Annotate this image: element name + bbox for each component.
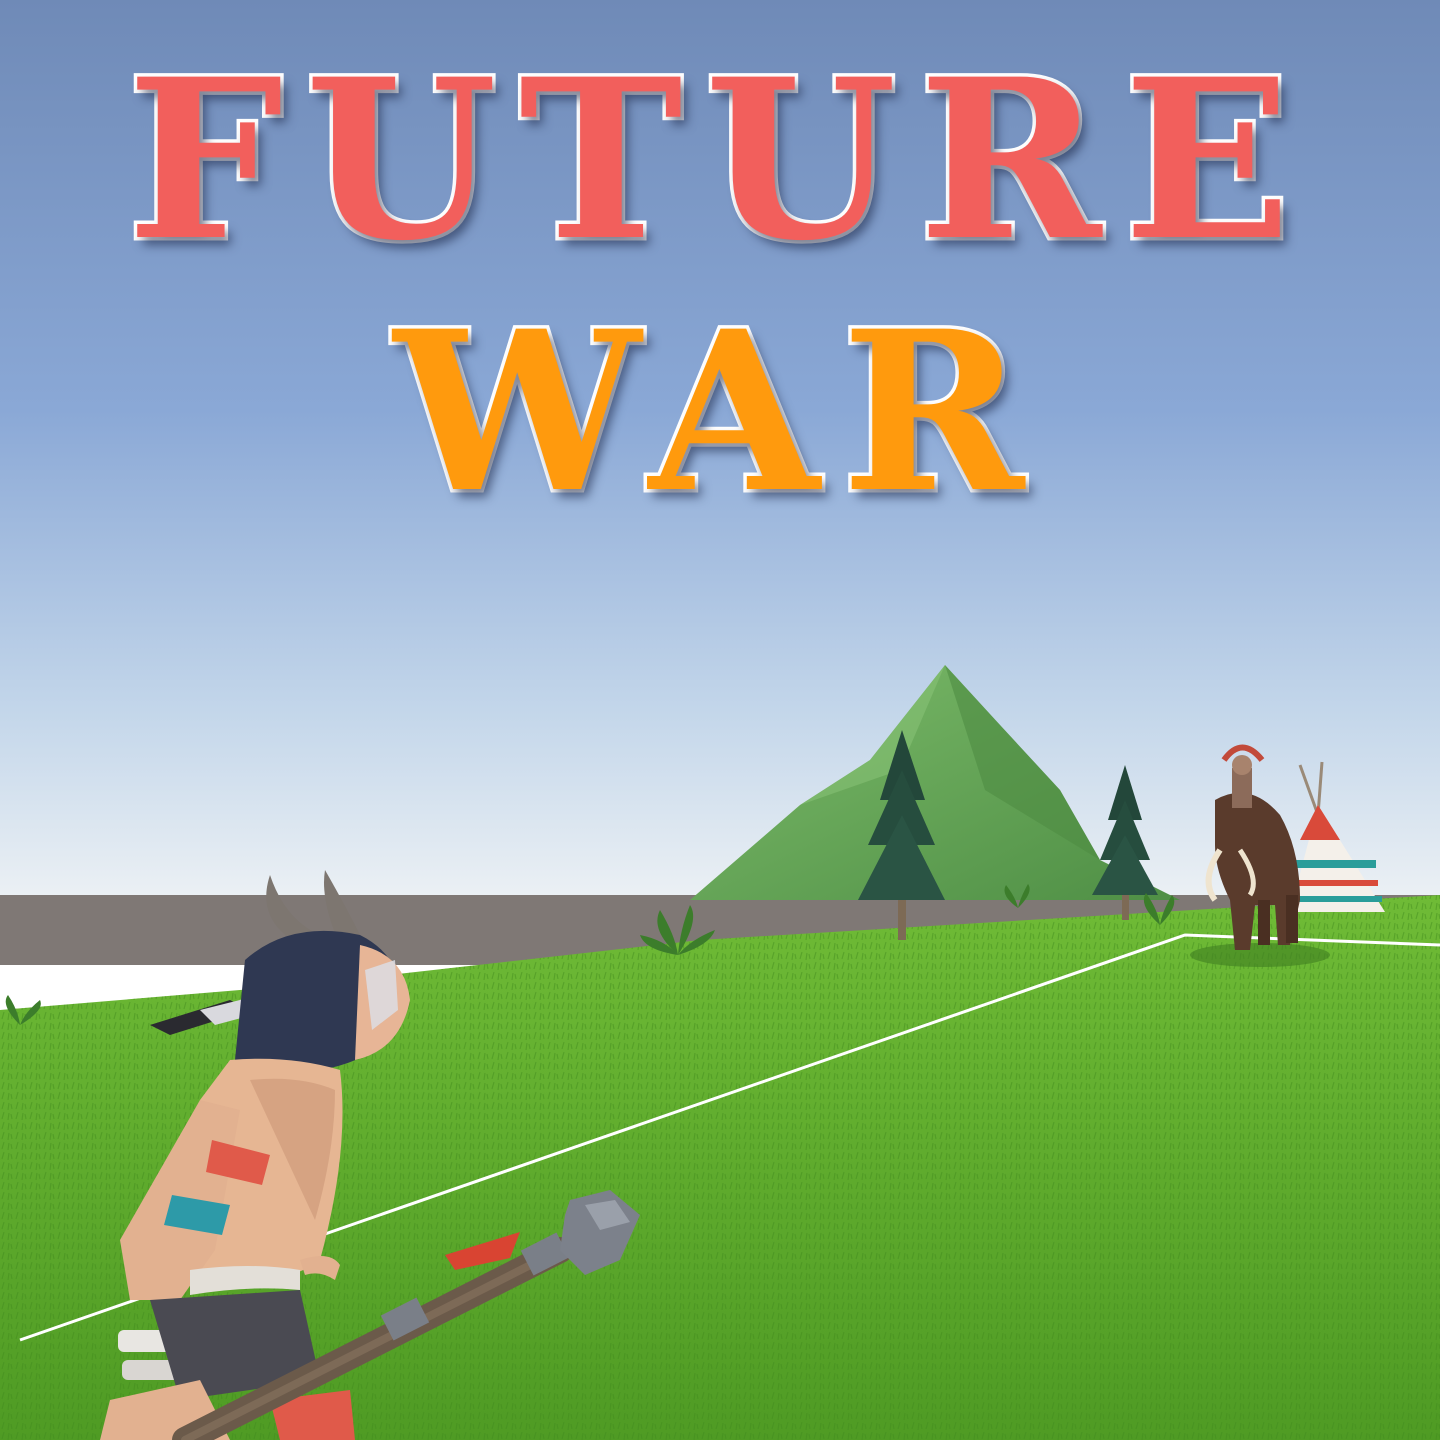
game-title-line1: FUTURE xyxy=(123,30,1314,289)
game-title-line2: WAR xyxy=(390,282,1047,541)
